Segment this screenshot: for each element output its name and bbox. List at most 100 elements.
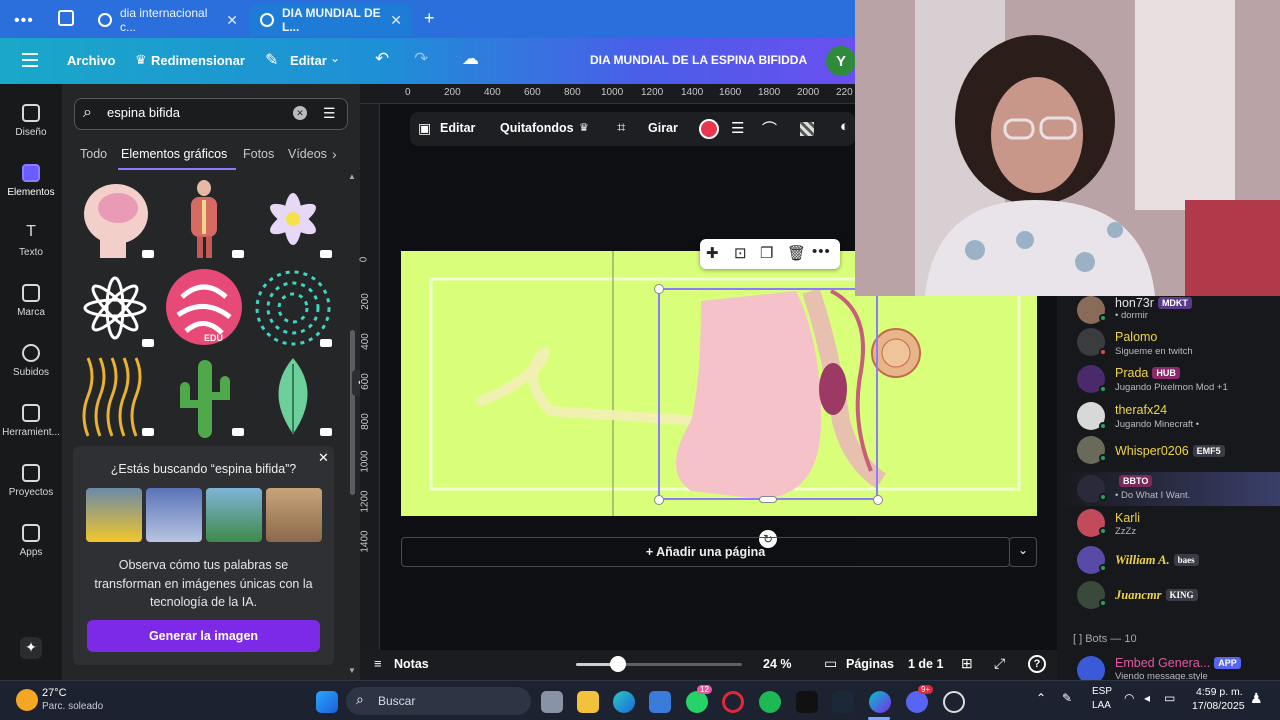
rail-proyectos[interactable]: Proyectos bbox=[0, 464, 62, 498]
member-row[interactable]: Palomo Sigueme en twitch bbox=[1057, 328, 1280, 364]
cactus-graphic[interactable] bbox=[164, 356, 246, 438]
fullscreen-icon[interactable]: ⤢ bbox=[994, 655, 1005, 672]
brain-head-graphic[interactable] bbox=[74, 178, 156, 260]
comment-icon[interactable]: ✚ bbox=[706, 244, 719, 262]
rail-marca[interactable]: Marca bbox=[0, 284, 62, 318]
zoom-level[interactable]: 24 % bbox=[763, 657, 792, 671]
more-icon[interactable]: ••• bbox=[14, 12, 34, 30]
weather-icon[interactable] bbox=[16, 689, 38, 711]
leaf-graphic[interactable] bbox=[252, 356, 334, 438]
whatsapp-icon[interactable] bbox=[686, 691, 708, 713]
chevron-up-icon[interactable]: ⌃ bbox=[1036, 691, 1046, 705]
member-row[interactable]: therafx24 Jugando Minecraft • bbox=[1057, 402, 1280, 438]
tab-elementos-graficos[interactable]: Elementos gráficos bbox=[121, 147, 227, 161]
clock-date[interactable]: 17/08/2025 bbox=[1192, 700, 1245, 712]
scroll-down-icon[interactable]: ▼ bbox=[348, 666, 356, 675]
menu-icon[interactable] bbox=[22, 53, 38, 67]
rail-elementos[interactable]: Elementos bbox=[0, 164, 62, 198]
animate-icon[interactable]: ◐ bbox=[840, 118, 849, 135]
canva-app-icon[interactable] bbox=[869, 691, 891, 713]
rail-subidos[interactable]: Subidos bbox=[0, 344, 62, 378]
edge-icon[interactable] bbox=[613, 691, 635, 713]
magic-sparkle-icon[interactable]: ✦ bbox=[20, 637, 42, 659]
lock-icon[interactable]: ⊡ bbox=[734, 244, 747, 262]
steam-icon[interactable] bbox=[832, 691, 854, 713]
tab-videos[interactable]: Vídeos bbox=[288, 147, 327, 161]
zoom-slider-knob[interactable] bbox=[609, 656, 626, 672]
volume-icon[interactable]: ◂ bbox=[1144, 691, 1150, 705]
body-anatomy-graphic[interactable] bbox=[164, 178, 246, 260]
task-view-icon[interactable] bbox=[541, 691, 563, 713]
clear-search-icon[interactable]: ✕ bbox=[293, 106, 307, 120]
grid-view-icon[interactable]: ⊞ bbox=[961, 655, 973, 672]
member-row[interactable]: Whisper0206 EMF5 bbox=[1057, 436, 1280, 470]
tiktok-icon[interactable] bbox=[796, 691, 818, 713]
member-row[interactable]: William A. baes bbox=[1057, 546, 1280, 580]
wavy-lines-graphic[interactable] bbox=[74, 356, 156, 438]
trash-icon[interactable]: 🗑 bbox=[787, 244, 806, 262]
rail-apps[interactable]: Apps bbox=[0, 524, 62, 558]
rail-herramientas[interactable]: Herramient... bbox=[0, 404, 62, 438]
crop-icon[interactable]: ⌗ bbox=[617, 119, 625, 136]
weather-desc[interactable]: Parc. soleado bbox=[42, 701, 103, 712]
tab-todo[interactable]: Todo bbox=[80, 147, 107, 161]
member-row[interactable]: Embed Genera... APP Viendo message.style bbox=[1057, 654, 1280, 684]
member-row[interactable]: hon73r MDKT • dormir bbox=[1057, 296, 1280, 330]
file-explorer-icon[interactable] bbox=[577, 691, 599, 713]
editar-image-button[interactable]: Editar bbox=[440, 121, 475, 135]
spiral-dots-graphic[interactable] bbox=[252, 267, 334, 349]
close-tab-icon[interactable]: ✕ bbox=[226, 12, 238, 29]
zoom-slider[interactable] bbox=[576, 656, 742, 672]
help-icon[interactable]: ? bbox=[1028, 655, 1046, 673]
member-row[interactable]: Juancmr KING bbox=[1057, 581, 1280, 615]
flower-graphic[interactable] bbox=[252, 178, 334, 260]
resize-handle[interactable] bbox=[654, 284, 664, 294]
member-row[interactable]: Karli ZzZz bbox=[1057, 509, 1280, 543]
rail-texto[interactable]: T Texto bbox=[0, 224, 62, 259]
corner-rounding-icon[interactable]: ⌒ bbox=[762, 118, 777, 139]
resize-handle[interactable] bbox=[654, 495, 664, 505]
rail-diseno[interactable]: Diseño bbox=[0, 104, 62, 138]
pink-pattern-circle-graphic[interactable]: EDU bbox=[164, 267, 246, 349]
transparency-icon[interactable] bbox=[800, 122, 814, 136]
chevron-down-icon[interactable]: ⌄ bbox=[330, 51, 340, 65]
store-icon[interactable] bbox=[649, 691, 671, 713]
filter-sliders-icon[interactable]: ☰ bbox=[323, 105, 336, 122]
tab-dia-internacional[interactable]: dia internacional c... ✕ bbox=[88, 4, 248, 36]
editar-menu[interactable]: Editar bbox=[290, 53, 327, 68]
close-tab-icon[interactable]: ✕ bbox=[390, 12, 402, 29]
battery-icon[interactable]: ▭ bbox=[1164, 691, 1175, 705]
member-row[interactable]: BBTO • Do What I Want. bbox=[1057, 472, 1280, 506]
opera-icon[interactable] bbox=[722, 691, 744, 713]
clock-time[interactable]: 4:59 p. m. bbox=[1196, 686, 1243, 698]
language-code[interactable]: ESP bbox=[1092, 686, 1112, 697]
quitafondos-button[interactable]: Quitafondos bbox=[500, 121, 574, 135]
taskbar-search[interactable]: ⌕ Buscar bbox=[346, 687, 531, 715]
cloud-sync-icon[interactable]: ☁ bbox=[462, 49, 479, 69]
border-style-icon[interactable]: ☰ bbox=[731, 119, 744, 137]
spotify-icon[interactable] bbox=[759, 691, 781, 713]
pen-icon[interactable]: ✎ bbox=[1062, 691, 1072, 705]
new-tab-icon[interactable]: + bbox=[424, 8, 435, 29]
add-page-dropdown[interactable]: ⌄ bbox=[1009, 537, 1037, 567]
duplicate-icon[interactable]: ❐ bbox=[760, 244, 773, 262]
notas-button[interactable]: Notas bbox=[394, 657, 429, 671]
search-input[interactable] bbox=[107, 105, 287, 120]
keyboard-layout[interactable]: LAA bbox=[1092, 700, 1111, 711]
windows-start-icon[interactable] bbox=[316, 691, 338, 713]
redimensionar-button[interactable]: Redimensionar bbox=[151, 53, 245, 68]
document-title[interactable]: DIA MUNDIAL DE LA ESPINA BIFIDDA bbox=[590, 53, 807, 67]
resize-handle[interactable] bbox=[759, 496, 777, 503]
add-page-button[interactable]: + Añadir una página bbox=[401, 537, 1010, 567]
undo-icon[interactable]: ↶ bbox=[375, 49, 389, 69]
girar-button[interactable]: Girar bbox=[648, 121, 678, 135]
more-options-icon[interactable]: ••• bbox=[812, 243, 831, 260]
generate-image-button[interactable]: Generar la imagen bbox=[87, 620, 320, 652]
archivo-menu[interactable]: Archivo bbox=[67, 53, 115, 68]
resize-handle[interactable] bbox=[873, 495, 883, 505]
redo-icon[interactable]: ↷ bbox=[414, 49, 428, 69]
chevron-right-icon[interactable]: › bbox=[332, 146, 337, 162]
paginas-button[interactable]: Páginas bbox=[846, 657, 894, 671]
weather-temp[interactable]: 27°C bbox=[42, 687, 67, 699]
discord-icon[interactable] bbox=[906, 691, 928, 713]
